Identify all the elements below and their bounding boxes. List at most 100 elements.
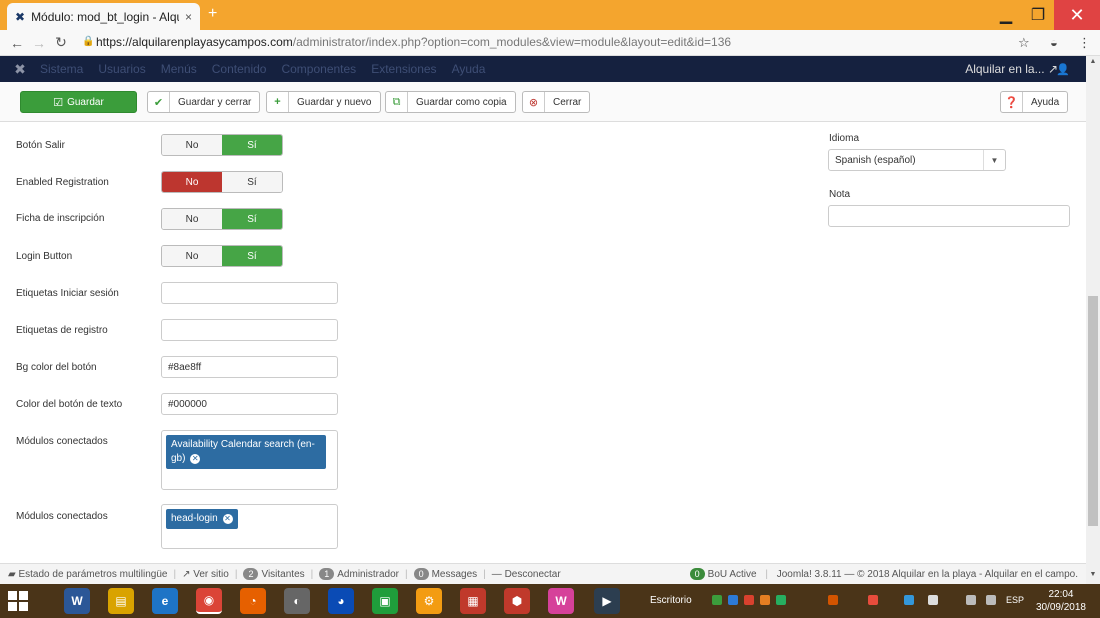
tray-icon[interactable] <box>904 595 914 605</box>
toggle-enabled-registration[interactable]: No Sí <box>161 171 283 193</box>
toggle-yes-option[interactable]: Sí <box>222 246 282 266</box>
save-copy-button[interactable]: ⧉ Guardar como copia <box>385 91 516 113</box>
windows-start-icon[interactable] <box>8 591 28 611</box>
menu-menus[interactable]: Menús <box>161 62 197 76</box>
admin-link[interactable]: 1 Administrador <box>319 568 399 580</box>
toggle-no-option[interactable]: No <box>162 172 222 192</box>
scroll-up-icon[interactable]: ▲ <box>1086 58 1100 70</box>
windows-pro-icon[interactable]: ◐ <box>284 588 310 614</box>
volume-icon[interactable] <box>986 595 996 605</box>
field-label-text-color: Color del botón de texto <box>16 399 123 410</box>
view-site-link[interactable]: ↗ Ver sitio <box>182 569 229 580</box>
language-select[interactable]: Spanish (español) ▼ <box>828 149 1006 171</box>
scroll-thumb[interactable] <box>1088 296 1098 526</box>
save-new-button[interactable]: + Guardar y nuevo <box>266 91 381 113</box>
toggle-yes-option[interactable]: Sí <box>222 209 282 229</box>
remove-chip-icon[interactable]: ✕ <box>190 454 201 464</box>
admin-navbar: ✖ Sistema Usuarios Menús Contenido Compo… <box>0 56 1100 82</box>
note-input[interactable] <box>828 205 1070 227</box>
scroll-down-icon[interactable]: ▼ <box>1086 571 1100 583</box>
messages-link[interactable]: 0 Messages <box>413 568 477 580</box>
status-right: 0 BoU Active | Joomla! 3.8.11 — © 2018 Al… <box>689 568 1078 580</box>
register-labels-input[interactable] <box>161 319 338 341</box>
browser-menu-icon[interactable]: ⋮ <box>1078 35 1091 51</box>
tray-icon[interactable] <box>712 595 722 605</box>
toggle-yes-option[interactable]: Sí <box>222 135 282 155</box>
bookmark-star-icon[interactable]: ☆ <box>1018 35 1030 51</box>
text-color-input[interactable]: #000000 <box>161 393 338 415</box>
help-button[interactable]: ❓ Ayuda <box>1000 91 1069 113</box>
url-field[interactable]: https://alquilarenplayasycampos.com/admi… <box>96 35 731 49</box>
forward-icon[interactable]: → <box>28 35 50 51</box>
input-language[interactable]: ESP <box>1006 595 1024 605</box>
logout-link[interactable]: — Desconectar <box>492 569 561 580</box>
hexagon-app-icon[interactable]: ⬢ <box>504 588 530 614</box>
reload-icon[interactable]: ↻ <box>50 34 72 51</box>
presentation-icon[interactable]: ▦ <box>460 588 486 614</box>
firefox-icon[interactable]: ◔ <box>240 588 266 614</box>
connected-modules-select-2[interactable]: head-login ✕ <box>161 504 338 549</box>
new-tab-button[interactable]: + <box>208 5 217 23</box>
toggle-registration-form[interactable]: No Sí <box>161 208 283 230</box>
language-label: Idioma <box>829 133 860 144</box>
comment-icon: ▰ <box>8 568 16 580</box>
dark-app-icon[interactable]: ▶ <box>594 588 620 614</box>
file-explorer-icon[interactable]: ▤ <box>108 588 134 614</box>
minimize-icon[interactable]: ▁ <box>990 0 1022 30</box>
toggle-no-option[interactable]: No <box>162 246 222 266</box>
browser-tab[interactable]: ✖ Módulo: mod_bt_login - Alquilar × <box>7 3 200 30</box>
tray-icon[interactable] <box>828 595 838 605</box>
user-icon[interactable]: 👤 <box>1056 63 1070 76</box>
remove-chip-icon[interactable]: ✕ <box>222 514 233 524</box>
app-blue-icon[interactable]: ◕ <box>328 588 354 614</box>
field-label-enabled-registration: Enabled Registration <box>16 177 109 188</box>
toggle-yes-option[interactable]: Sí <box>222 172 282 192</box>
tray-icon[interactable] <box>868 595 878 605</box>
bou-badge: 0 <box>689 568 705 580</box>
menu-sistema[interactable]: Sistema <box>40 62 83 76</box>
taskbar-clock[interactable]: 22:04 30/09/2018 <box>1036 588 1086 614</box>
note-label: Nota <box>829 189 851 200</box>
taskbar-desktop-label[interactable]: Escritorio <box>650 595 692 606</box>
tray-icon[interactable] <box>728 595 738 605</box>
visitors-badge: 2 <box>243 568 259 580</box>
toggle-no-option[interactable]: No <box>162 135 222 155</box>
settings-gear-icon[interactable]: ⚙ <box>416 588 442 614</box>
maximize-icon[interactable]: ❐ <box>1022 0 1054 30</box>
tab-close-icon[interactable]: × <box>185 10 192 24</box>
wamp-icon[interactable]: W <box>548 588 574 614</box>
save-button[interactable]: ☑ Guardar <box>20 91 137 113</box>
field-label-registration-form: Ficha de inscripción <box>16 213 105 224</box>
connected-modules-select[interactable]: Availability Calendar search (en-gb) ✕ <box>161 430 338 490</box>
menu-contenido[interactable]: Contenido <box>212 62 267 76</box>
word-icon[interactable]: W <box>64 588 90 614</box>
store-icon[interactable]: ▣ <box>372 588 398 614</box>
page-scrollbar[interactable]: ▲ ▼ <box>1086 56 1100 584</box>
internet-explorer-icon[interactable]: e <box>152 588 178 614</box>
login-labels-input[interactable] <box>161 282 338 304</box>
menu-componentes[interactable]: Componentes <box>281 62 356 76</box>
site-link[interactable]: Alquilar en la... ↗ <box>965 62 1058 76</box>
incognito-icon[interactable]: ◒ <box>1050 35 1058 50</box>
bg-color-input[interactable]: #8ae8ff <box>161 356 338 378</box>
save-close-button[interactable]: ✔ Guardar y cerrar <box>147 91 261 113</box>
cloud-icon[interactable] <box>928 595 938 605</box>
save-icon: ☑ <box>53 96 64 109</box>
menu-ayuda[interactable]: Ayuda <box>452 62 486 76</box>
menu-extensiones[interactable]: Extensiones <box>371 62 436 76</box>
multilang-status-link[interactable]: ▰ Estado de parámetros multilingüe <box>8 569 167 580</box>
visitors-link[interactable]: 2 Visitantes <box>243 568 305 580</box>
toggle-logout-button[interactable]: No Sí <box>161 134 283 156</box>
toggle-login-button[interactable]: No Sí <box>161 245 283 267</box>
back-icon[interactable]: ← <box>6 35 28 51</box>
tray-icon[interactable] <box>776 595 786 605</box>
tray-icon[interactable] <box>760 595 770 605</box>
network-icon[interactable] <box>966 595 976 605</box>
chrome-icon[interactable]: ◉ <box>196 588 222 614</box>
toggle-no-option[interactable]: No <box>162 209 222 229</box>
close-button[interactable]: ⊗ Cerrar <box>522 91 591 113</box>
tray-icon[interactable] <box>744 595 754 605</box>
url-path: /administrator/index.php?option=com_modu… <box>292 35 732 49</box>
menu-usuarios[interactable]: Usuarios <box>98 62 145 76</box>
window-close-icon[interactable]: ✕ <box>1054 0 1100 30</box>
